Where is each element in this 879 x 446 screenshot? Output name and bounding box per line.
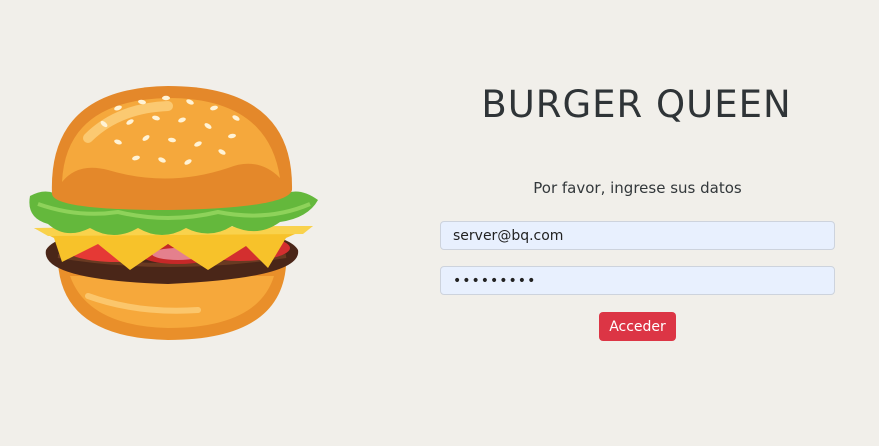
login-panel: BURGER QUEEN Por favor, ingrese sus dato… bbox=[440, 0, 835, 446]
login-button[interactable]: Acceder bbox=[599, 312, 676, 341]
burger-icon bbox=[29, 86, 319, 340]
email-field[interactable] bbox=[440, 221, 835, 250]
login-page: BURGER QUEEN Por favor, ingrese sus dato… bbox=[0, 0, 879, 446]
brand-title: BURGER QUEEN bbox=[481, 83, 792, 126]
burger-illustration bbox=[18, 78, 328, 348]
password-field[interactable] bbox=[440, 266, 835, 295]
login-prompt: Por favor, ingrese sus datos bbox=[533, 179, 742, 197]
